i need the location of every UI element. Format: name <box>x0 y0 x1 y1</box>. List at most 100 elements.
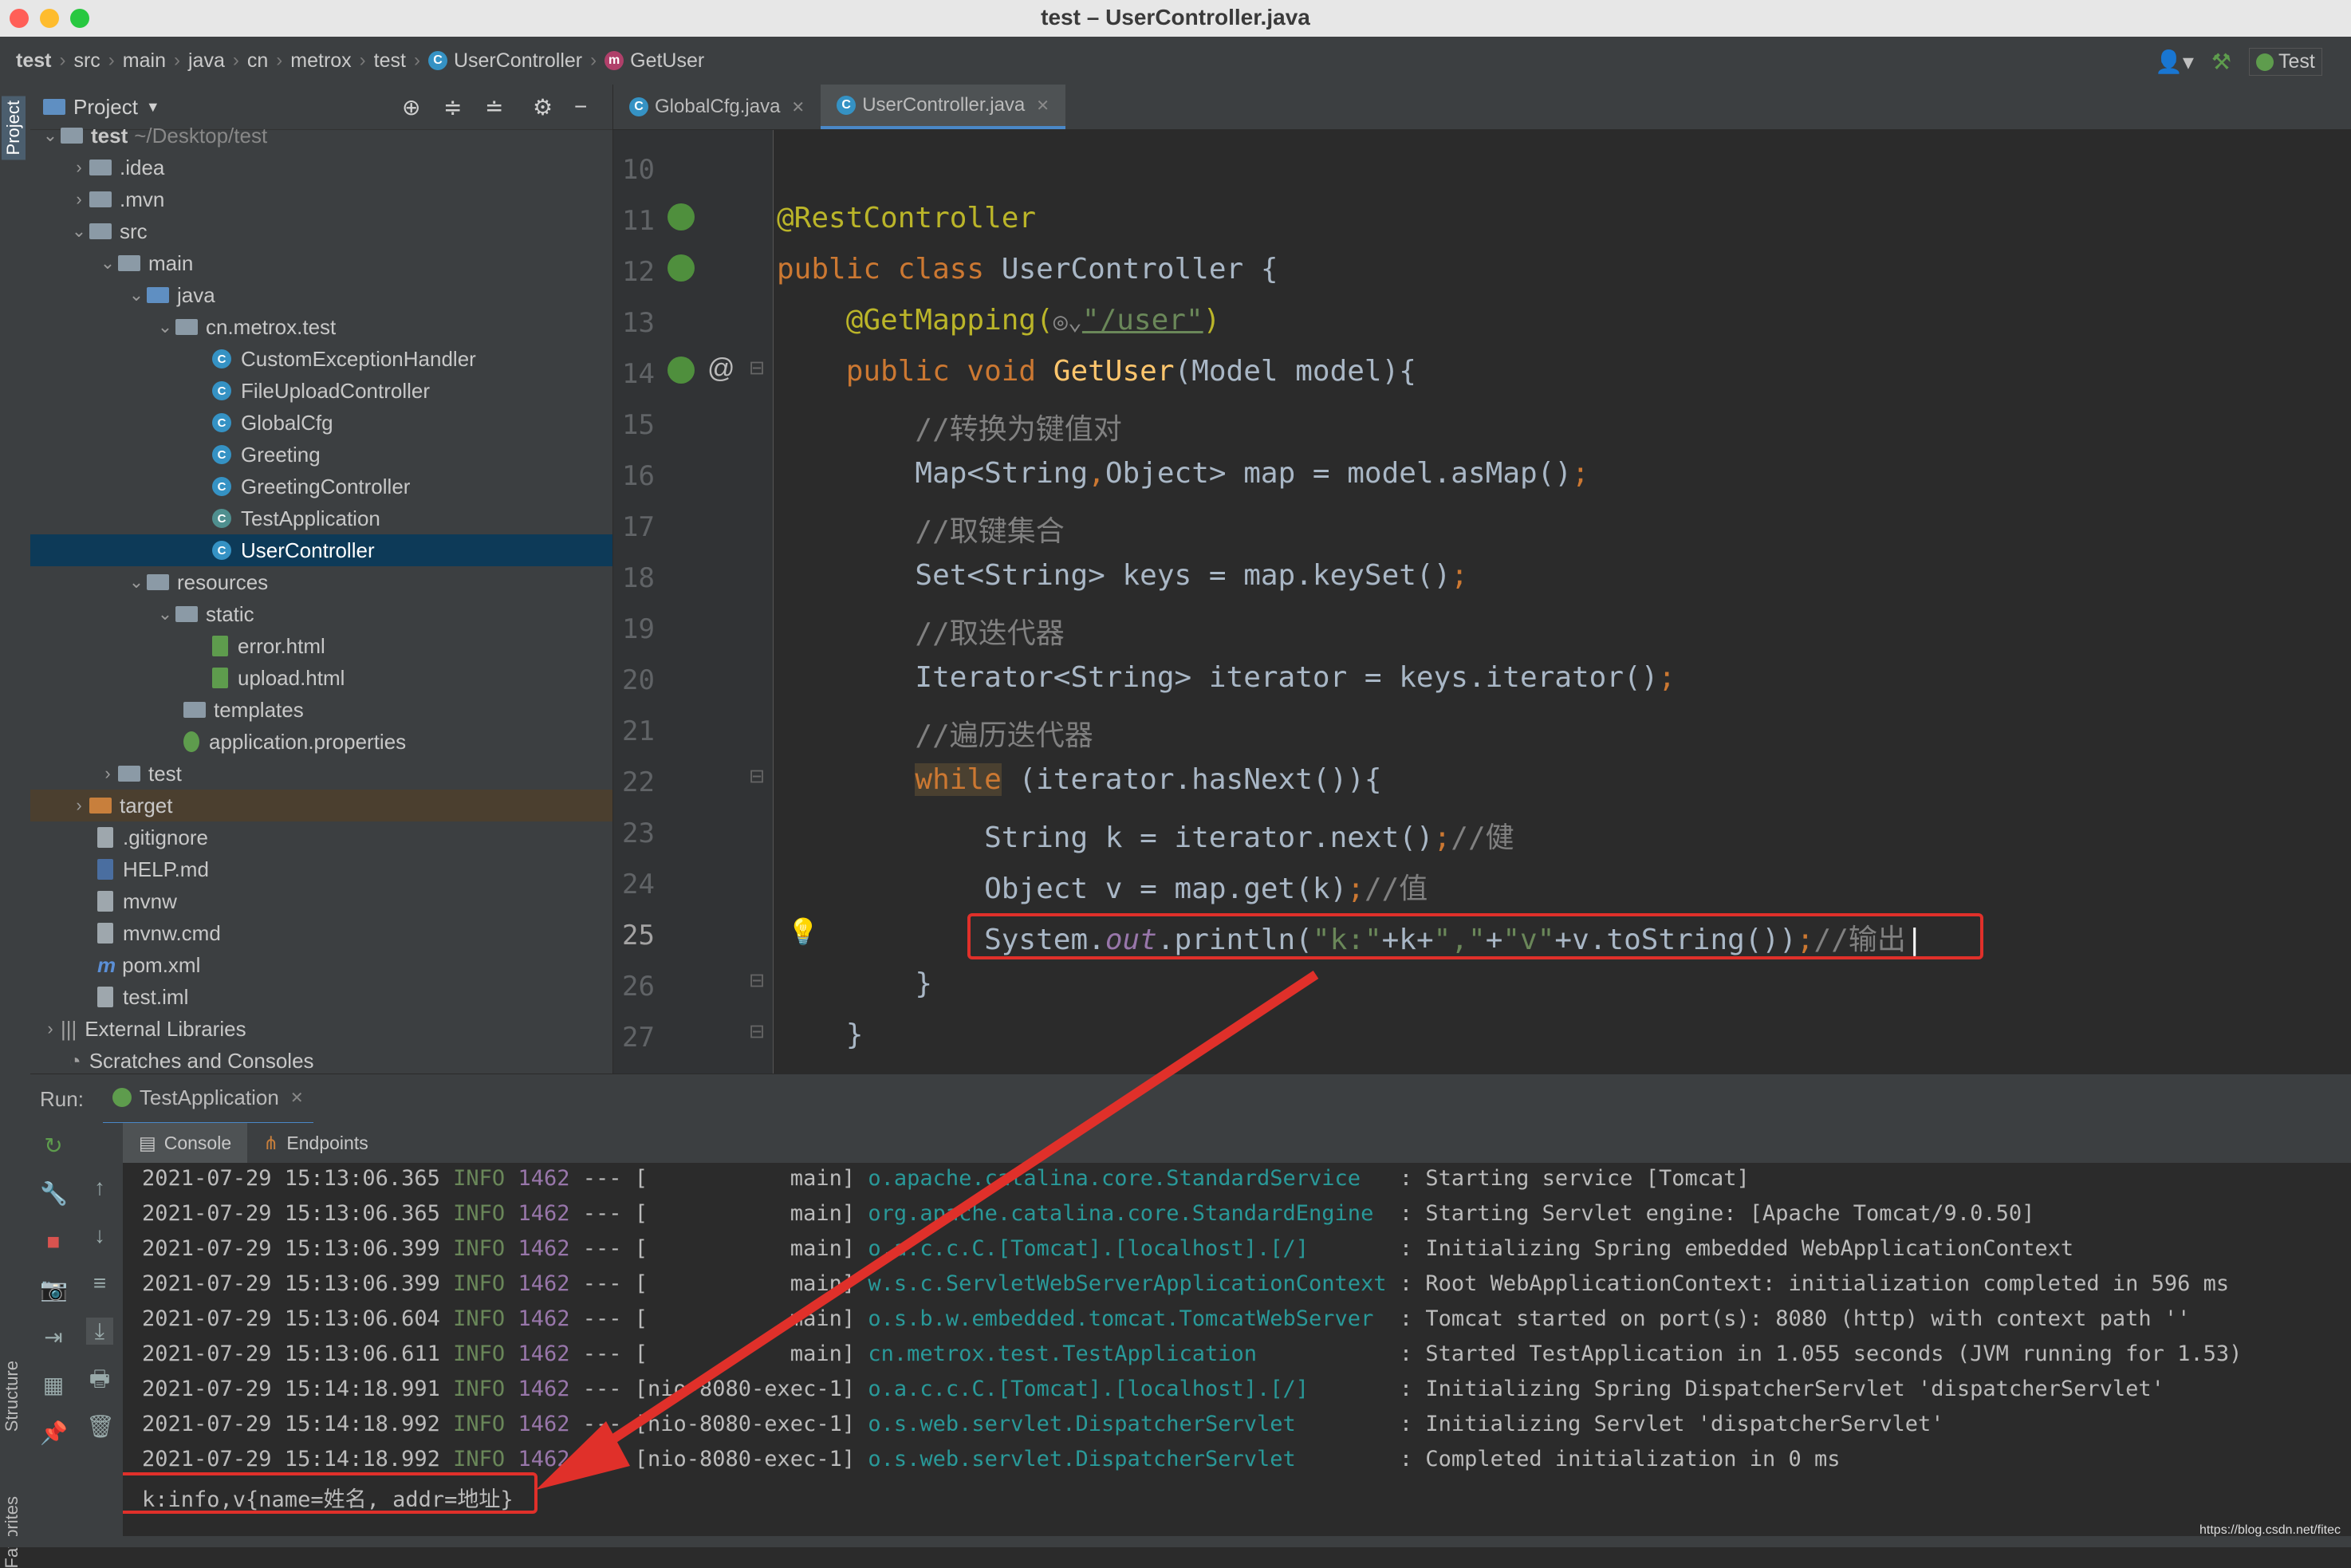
tree-item[interactable]: mvnw <box>30 885 612 917</box>
stop-icon[interactable]: ■ <box>40 1228 67 1255</box>
tree-item[interactable]: C TestApplication <box>30 502 612 534</box>
tree-item[interactable]: upload.html <box>30 662 612 694</box>
wrench-icon[interactable]: 🔧 <box>40 1180 68 1208</box>
tab-endpoints[interactable]: ⋔ Endpoints <box>247 1123 384 1163</box>
chevron-down-icon: ⌄ <box>128 572 144 592</box>
build-hammer-icon[interactable]: ⚒ <box>2211 49 2231 75</box>
breadcrumb-item[interactable]: main <box>123 49 166 73</box>
folder-icon <box>89 160 112 175</box>
gear-icon[interactable]: ⚙ <box>533 94 553 120</box>
package-icon <box>175 319 198 335</box>
tree-item[interactable]: ⌄ resources <box>30 566 612 598</box>
log-line: 2021-07-29 15:14:18.992 INFO 1462 --- [n… <box>142 1447 1841 1471</box>
tree-item[interactable]: templates <box>30 694 612 726</box>
structure-tool-tab[interactable]: Structure <box>2 1361 22 1432</box>
favorites-tool-tab[interactable]: Favorites <box>2 1496 22 1568</box>
pin-icon[interactable]: 📌 <box>40 1420 68 1447</box>
class-icon: C <box>212 541 231 560</box>
tree-item[interactable]: ◔ Scratches and Consoles <box>30 1045 612 1074</box>
breadcrumb-item[interactable]: metrox <box>290 49 351 73</box>
tree-item[interactable]: C GlobalCfg <box>30 407 612 439</box>
tree-item[interactable]: ⌄ main <box>30 247 612 279</box>
tree-item[interactable]: m pom.xml <box>30 949 612 981</box>
tree-item[interactable]: test.iml <box>30 981 612 1013</box>
line-number: 27 <box>622 1022 655 1054</box>
watermark: https://blog.csdn.net/fitec <box>2199 1523 2341 1537</box>
rerun-icon[interactable]: ↻ <box>40 1133 67 1160</box>
tree-item-selected[interactable]: C UserController <box>30 534 612 566</box>
tree-item[interactable]: › test <box>30 758 612 790</box>
breadcrumb-item[interactable]: C UserController <box>427 49 582 73</box>
resources-folder-icon <box>147 574 169 590</box>
tree-item[interactable]: ⌄ cn.metrox.test <box>30 311 612 343</box>
fold-icon[interactable]: ⊟ <box>749 1020 765 1043</box>
tree-item[interactable]: ⌄ src <box>30 215 612 247</box>
breadcrumb-item[interactable]: cn <box>247 49 268 73</box>
line-number: 11 <box>622 205 655 237</box>
hide-panel-icon[interactable]: − <box>574 94 587 120</box>
chevron-down-icon[interactable]: ▼ <box>146 99 160 116</box>
code-editor[interactable]: 10 11 12 13 14 15 16 17 18 19 20 21 22 2… <box>613 130 2351 1074</box>
camera-icon[interactable]: 📷 <box>40 1276 68 1303</box>
breadcrumb: test › src › main › java › cn › metrox › test ›… <box>0 37 2351 85</box>
tree-root[interactable]: ⌄ test ~/Desktop/test <box>30 120 612 152</box>
tree-item[interactable]: C CustomExceptionHandler <box>30 343 612 375</box>
spring-bean-icon[interactable] <box>667 203 695 230</box>
breadcrumb-item[interactable]: test <box>16 49 51 73</box>
spring-bean-icon[interactable] <box>667 254 695 282</box>
tree-item[interactable]: C Greeting <box>30 439 612 471</box>
user-icon[interactable]: 👤▾ <box>2155 49 2194 75</box>
run-config-selector[interactable]: Test <box>2249 48 2322 76</box>
tree-item[interactable]: application.properties <box>30 726 612 758</box>
scroll-to-end-icon[interactable]: ⤓ <box>86 1318 113 1345</box>
at-icon[interactable]: @ <box>707 353 735 384</box>
locate-icon[interactable]: ⊕ <box>402 94 420 120</box>
print-icon[interactable]: 🖶 <box>86 1365 113 1393</box>
close-icon[interactable]: ✕ <box>1036 96 1049 116</box>
exit-icon[interactable]: ⇥ <box>40 1324 67 1351</box>
tree-item[interactable]: .gitignore <box>30 821 612 853</box>
scroll-up-icon[interactable]: ↑ <box>86 1174 113 1201</box>
fold-icon[interactable]: ⊟ <box>749 357 765 380</box>
tree-item[interactable]: C FileUploadController <box>30 375 612 407</box>
scroll-down-icon[interactable]: ↓ <box>86 1222 113 1249</box>
chevron-right-icon: › <box>76 795 82 815</box>
breadcrumb-item[interactable]: test <box>374 49 406 73</box>
line-number: 15 <box>622 409 655 441</box>
fold-icon[interactable]: ⊟ <box>749 969 765 992</box>
class-icon: C <box>629 97 648 116</box>
line-number: 13 <box>622 307 655 339</box>
run-config-tab[interactable]: TestApplication ✕ <box>102 1073 313 1125</box>
close-icon[interactable]: ✕ <box>290 1088 304 1108</box>
soft-wrap-icon[interactable]: ≡ <box>86 1270 113 1297</box>
trash-icon[interactable]: 🗑 <box>86 1413 115 1440</box>
tree-item[interactable]: ⌄ java <box>30 279 612 311</box>
project-tool-tab[interactable]: Project <box>2 96 26 160</box>
tab-console[interactable]: ▤ Console <box>123 1123 248 1163</box>
collapse-all-icon[interactable]: ≐ <box>485 94 503 120</box>
breadcrumb-item[interactable]: src <box>73 49 100 73</box>
tab-usercontroller[interactable]: C UserController.java ✕ <box>821 85 1066 129</box>
folder-icon <box>118 255 140 271</box>
output-highlight-box <box>123 1472 538 1514</box>
console-output[interactable]: 2021-07-29 15:13:06.365 INFO 1462 --- [ … <box>123 1163 2351 1547</box>
tree-item[interactable]: mvnw.cmd <box>30 917 612 949</box>
tree-item[interactable]: › .idea <box>30 152 612 183</box>
tree-item[interactable]: C GreetingController <box>30 471 612 502</box>
breadcrumb-item[interactable]: java <box>188 49 225 73</box>
tab-globalcfg[interactable]: C GlobalCfg.java ✕ <box>613 85 821 129</box>
tree-item[interactable]: › target <box>30 790 612 821</box>
tree-item[interactable]: ⌄ static <box>30 598 612 630</box>
tree-item[interactable]: error.html <box>30 630 612 662</box>
layout-icon[interactable]: ▦ <box>40 1372 67 1399</box>
tree-item[interactable]: HELP.md <box>30 853 612 885</box>
globe-icon[interactable]: ◎⌄ <box>1053 308 1082 336</box>
breadcrumb-item[interactable]: m GetUser <box>604 49 704 73</box>
expand-all-icon[interactable]: ≑ <box>443 94 462 120</box>
tree-item[interactable]: › .mvn <box>30 183 612 215</box>
fold-icon[interactable]: ⊟ <box>749 765 765 788</box>
web-endpoint-icon[interactable] <box>667 357 695 384</box>
close-icon[interactable]: ✕ <box>791 97 805 117</box>
project-view-selector[interactable]: Project <box>73 95 138 120</box>
tree-item[interactable]: › ||| External Libraries <box>30 1013 612 1045</box>
